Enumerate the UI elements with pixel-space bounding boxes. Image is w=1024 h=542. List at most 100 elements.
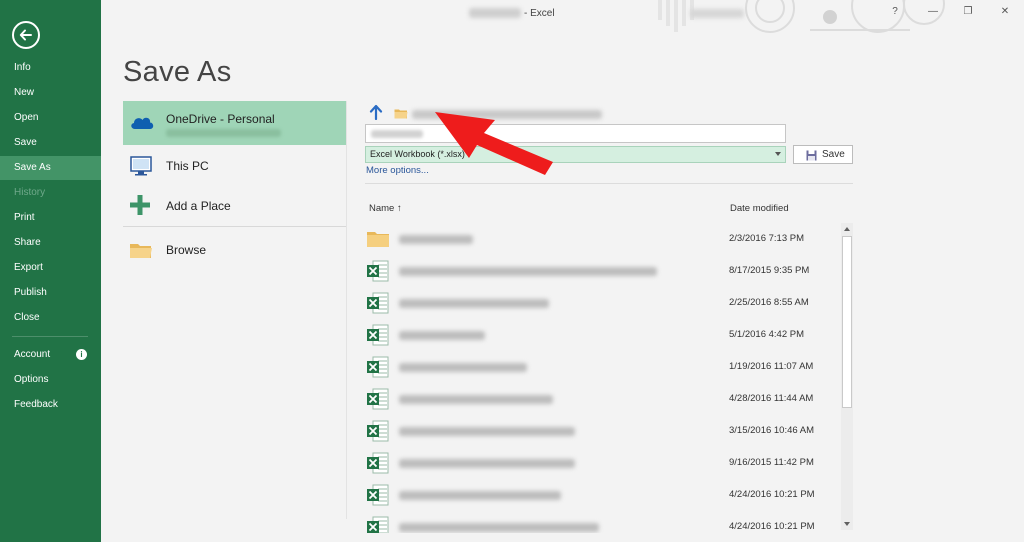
nav-save[interactable]: Save — [0, 131, 101, 155]
file-date: 2/3/2016 7:13 PM — [729, 233, 804, 244]
back-button[interactable] — [12, 21, 40, 49]
nav-history: History — [14, 187, 46, 198]
file-row[interactable]: 5/1/2016 4:42 PM — [365, 319, 841, 351]
file-row[interactable]: 4/28/2016 11:44 AM — [365, 383, 841, 415]
file-name-redacted — [399, 331, 485, 340]
file-name-redacted — [371, 130, 423, 138]
file-name-redacted — [399, 267, 657, 276]
nav-close[interactable]: Close — [0, 306, 101, 330]
nav-publish[interactable]: Publish — [0, 281, 101, 305]
location-onedrive[interactable]: OneDrive - Personal — [123, 101, 347, 145]
file-row[interactable]: 2/3/2016 7:13 PM — [365, 223, 841, 255]
nav-divider — [12, 336, 88, 337]
save-button-label: Save — [822, 149, 845, 160]
file-list: 2/3/2016 7:13 PM 8/17/2015 9:35 PM 2/25/… — [365, 223, 841, 533]
excel-file-icon — [367, 516, 389, 533]
file-row[interactable]: 8/17/2015 9:35 PM — [365, 255, 841, 287]
scroll-down-button[interactable] — [841, 518, 853, 530]
column-header-date[interactable]: Date modified — [730, 203, 789, 214]
file-date: 5/1/2016 4:42 PM — [729, 329, 804, 340]
backstage-nav: Info New Open Save Save As History Print… — [0, 0, 101, 542]
file-date: 8/17/2015 9:35 PM — [729, 265, 810, 276]
nav-share[interactable]: Share — [0, 231, 101, 255]
excel-file-icon — [367, 356, 389, 378]
minimize-button[interactable]: — — [925, 6, 941, 17]
nav-save-as[interactable]: Save As — [0, 156, 101, 180]
file-row[interactable]: 2/25/2016 8:55 AM — [365, 287, 841, 319]
column-header-name[interactable]: Name ↑ — [369, 203, 402, 214]
file-name-redacted — [399, 363, 527, 372]
annotation-arrow-icon — [435, 112, 553, 175]
cloud-icon — [131, 117, 154, 129]
file-date: 1/19/2016 11:07 AM — [729, 361, 814, 372]
folder-icon — [367, 232, 389, 247]
file-row[interactable]: 4/24/2016 10:21 PM — [365, 511, 841, 533]
nav-options[interactable]: Options — [0, 368, 101, 392]
nav-account[interactable]: Account i — [0, 343, 101, 367]
file-name-redacted — [399, 299, 549, 308]
save-panel-divider — [365, 183, 853, 184]
file-name-redacted — [399, 459, 575, 468]
window-title: - Excel — [524, 8, 555, 19]
scroll-up-button[interactable] — [841, 223, 853, 235]
locations-divider — [123, 226, 347, 227]
file-row[interactable]: 9/16/2015 11:42 PM — [365, 447, 841, 479]
restore-button[interactable]: ❐ — [960, 6, 976, 17]
save-button[interactable]: Save — [793, 145, 853, 164]
location-this-pc[interactable]: This PC — [123, 148, 347, 184]
page-title: Save As — [123, 56, 232, 88]
file-row[interactable]: 1/19/2016 11:07 AM — [365, 351, 841, 383]
excel-file-icon — [367, 484, 389, 506]
back-arrow-icon — [19, 29, 32, 41]
ribbon-pattern-decoration — [658, 0, 945, 33]
file-name-redacted — [399, 395, 553, 404]
excel-file-icon — [367, 452, 389, 474]
nav-feedback[interactable]: Feedback — [0, 393, 101, 417]
file-date: 9/16/2015 11:42 PM — [729, 457, 814, 468]
nav-new[interactable]: New — [0, 81, 101, 105]
folder-icon — [130, 244, 152, 258]
account-email-redacted — [166, 129, 281, 137]
file-date: 4/28/2016 11:44 AM — [729, 393, 814, 404]
file-date: 2/25/2016 8:55 AM — [729, 297, 809, 308]
help-button[interactable]: ? — [887, 6, 903, 17]
file-date: 3/15/2016 10:46 AM — [729, 425, 815, 436]
file-row[interactable]: 3/15/2016 10:46 AM — [365, 415, 841, 447]
info-icon: i — [76, 349, 87, 360]
nav-account-label: Account — [14, 349, 51, 360]
chevron-down-icon — [775, 152, 781, 156]
location-browse[interactable]: Browse — [123, 232, 347, 268]
file-name-redacted — [399, 235, 473, 244]
path-folder-icon — [394, 109, 408, 119]
more-options-link[interactable]: More options... — [366, 165, 429, 176]
nav-export[interactable]: Export — [0, 256, 101, 280]
scrollbar-thumb[interactable] — [842, 236, 852, 408]
location-label: Browse — [166, 243, 207, 257]
excel-file-icon — [367, 388, 389, 410]
location-label: This PC — [166, 159, 209, 173]
document-name-redacted — [469, 8, 521, 18]
floppy-disk-icon — [806, 150, 817, 161]
nav-info[interactable]: Info — [0, 56, 101, 80]
file-date: 4/24/2016 10:21 PM — [729, 489, 815, 500]
excel-file-icon — [367, 324, 389, 346]
file-row[interactable]: 4/24/2016 10:21 PM — [365, 479, 841, 511]
nav-open[interactable]: Open — [0, 106, 101, 130]
location-label: Add a Place — [166, 199, 231, 213]
up-arrow-icon[interactable] — [369, 104, 383, 120]
excel-file-icon — [367, 420, 389, 442]
location-label: OneDrive - Personal — [166, 112, 275, 126]
computer-icon — [130, 156, 152, 176]
close-button[interactable]: ✕ — [997, 6, 1013, 17]
file-name-redacted — [399, 427, 575, 436]
file-name-redacted — [399, 491, 561, 500]
location-add-place[interactable]: Add a Place — [123, 188, 347, 224]
nav-print[interactable]: Print — [0, 206, 101, 230]
panel-divider — [346, 101, 347, 519]
user-name-redacted — [690, 9, 744, 18]
file-list-scrollbar[interactable] — [841, 223, 853, 530]
excel-file-icon — [367, 260, 389, 282]
excel-file-icon — [367, 292, 389, 314]
plus-icon — [130, 195, 150, 215]
file-date: 4/24/2016 10:21 PM — [729, 521, 815, 532]
